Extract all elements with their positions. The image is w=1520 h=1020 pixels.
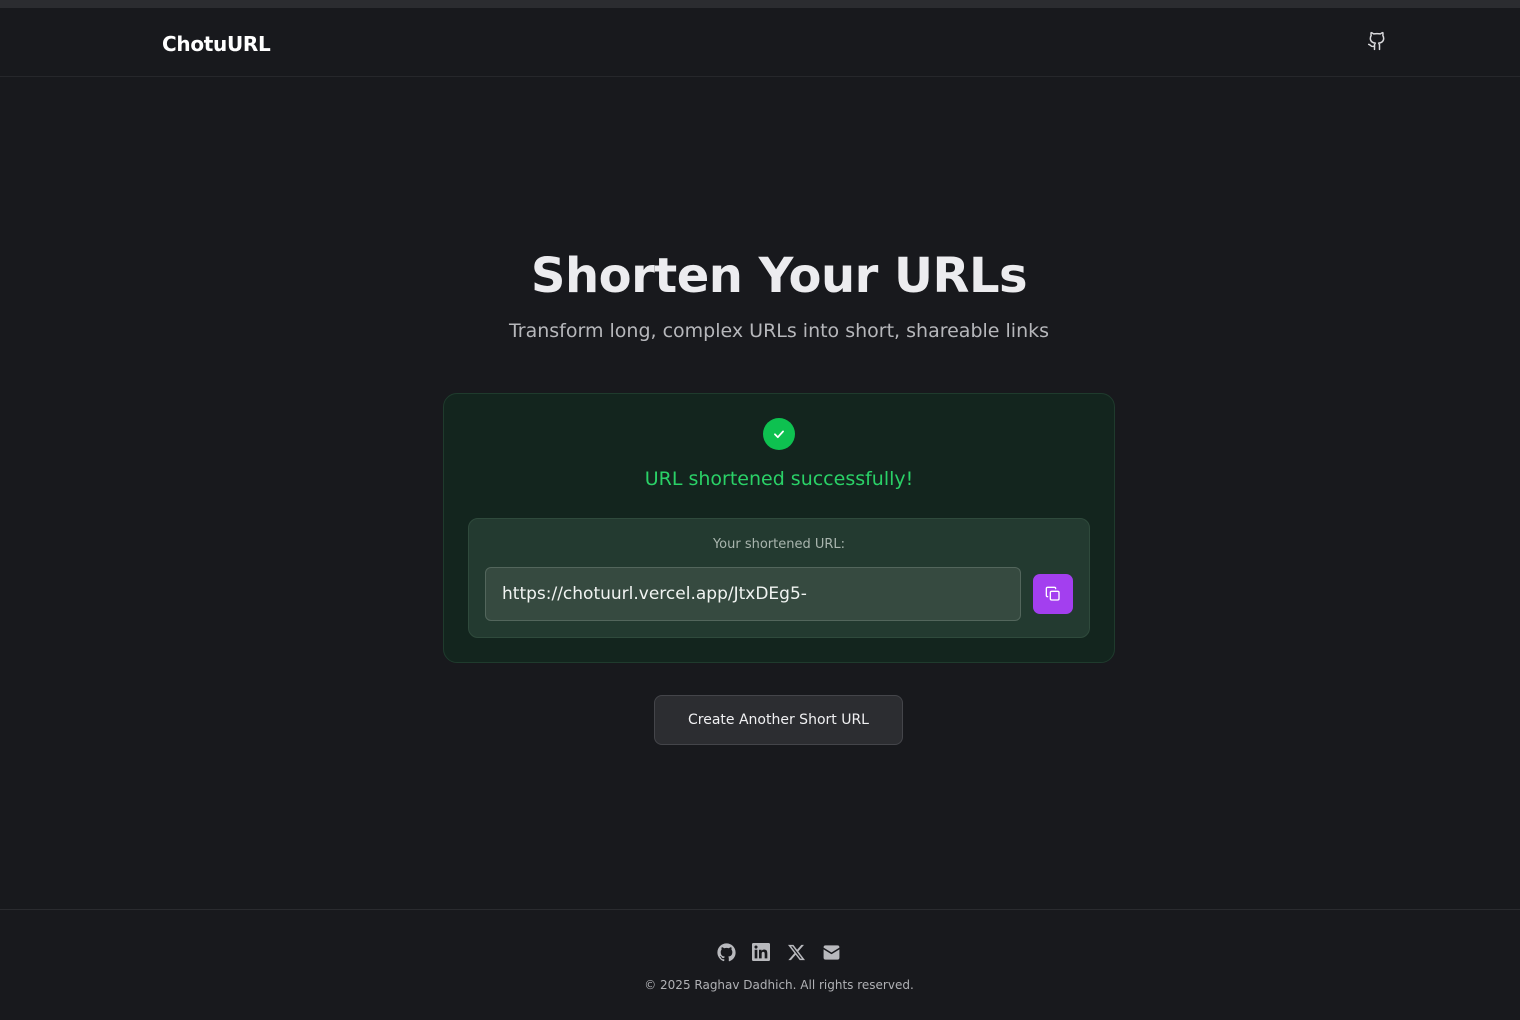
shortened-url-panel: Your shortened URL: bbox=[468, 518, 1090, 638]
page-subtitle: Transform long, complex URLs into short,… bbox=[508, 320, 1050, 342]
linkedin-icon[interactable] bbox=[751, 942, 771, 962]
brand-logo[interactable]: ChotuURL bbox=[162, 32, 271, 56]
create-another-button[interactable]: Create Another Short URL bbox=[654, 695, 903, 745]
success-card: URL shortened successfully! Your shorten… bbox=[443, 393, 1115, 663]
shortened-url-field[interactable] bbox=[485, 567, 1021, 621]
x-icon[interactable] bbox=[787, 942, 807, 962]
success-message: URL shortened successfully! bbox=[644, 468, 914, 490]
copyright-text: © 2025 Raghav Dadhich. All rights reserv… bbox=[644, 978, 914, 992]
footer: © 2025 Raghav Dadhich. All rights reserv… bbox=[0, 909, 1520, 1020]
page-title: Shorten Your URLs bbox=[530, 248, 1028, 304]
copy-button[interactable] bbox=[1033, 574, 1073, 614]
check-icon bbox=[763, 418, 795, 450]
github-icon[interactable] bbox=[716, 942, 736, 962]
mail-icon[interactable] bbox=[822, 942, 842, 962]
copy-icon bbox=[1045, 586, 1061, 602]
shortened-url-label: Your shortened URL: bbox=[712, 537, 846, 552]
navbar: ChotuURL bbox=[0, 8, 1520, 77]
github-icon[interactable] bbox=[1366, 30, 1388, 52]
browser-top-strip bbox=[0, 0, 1520, 8]
social-links bbox=[716, 942, 842, 962]
